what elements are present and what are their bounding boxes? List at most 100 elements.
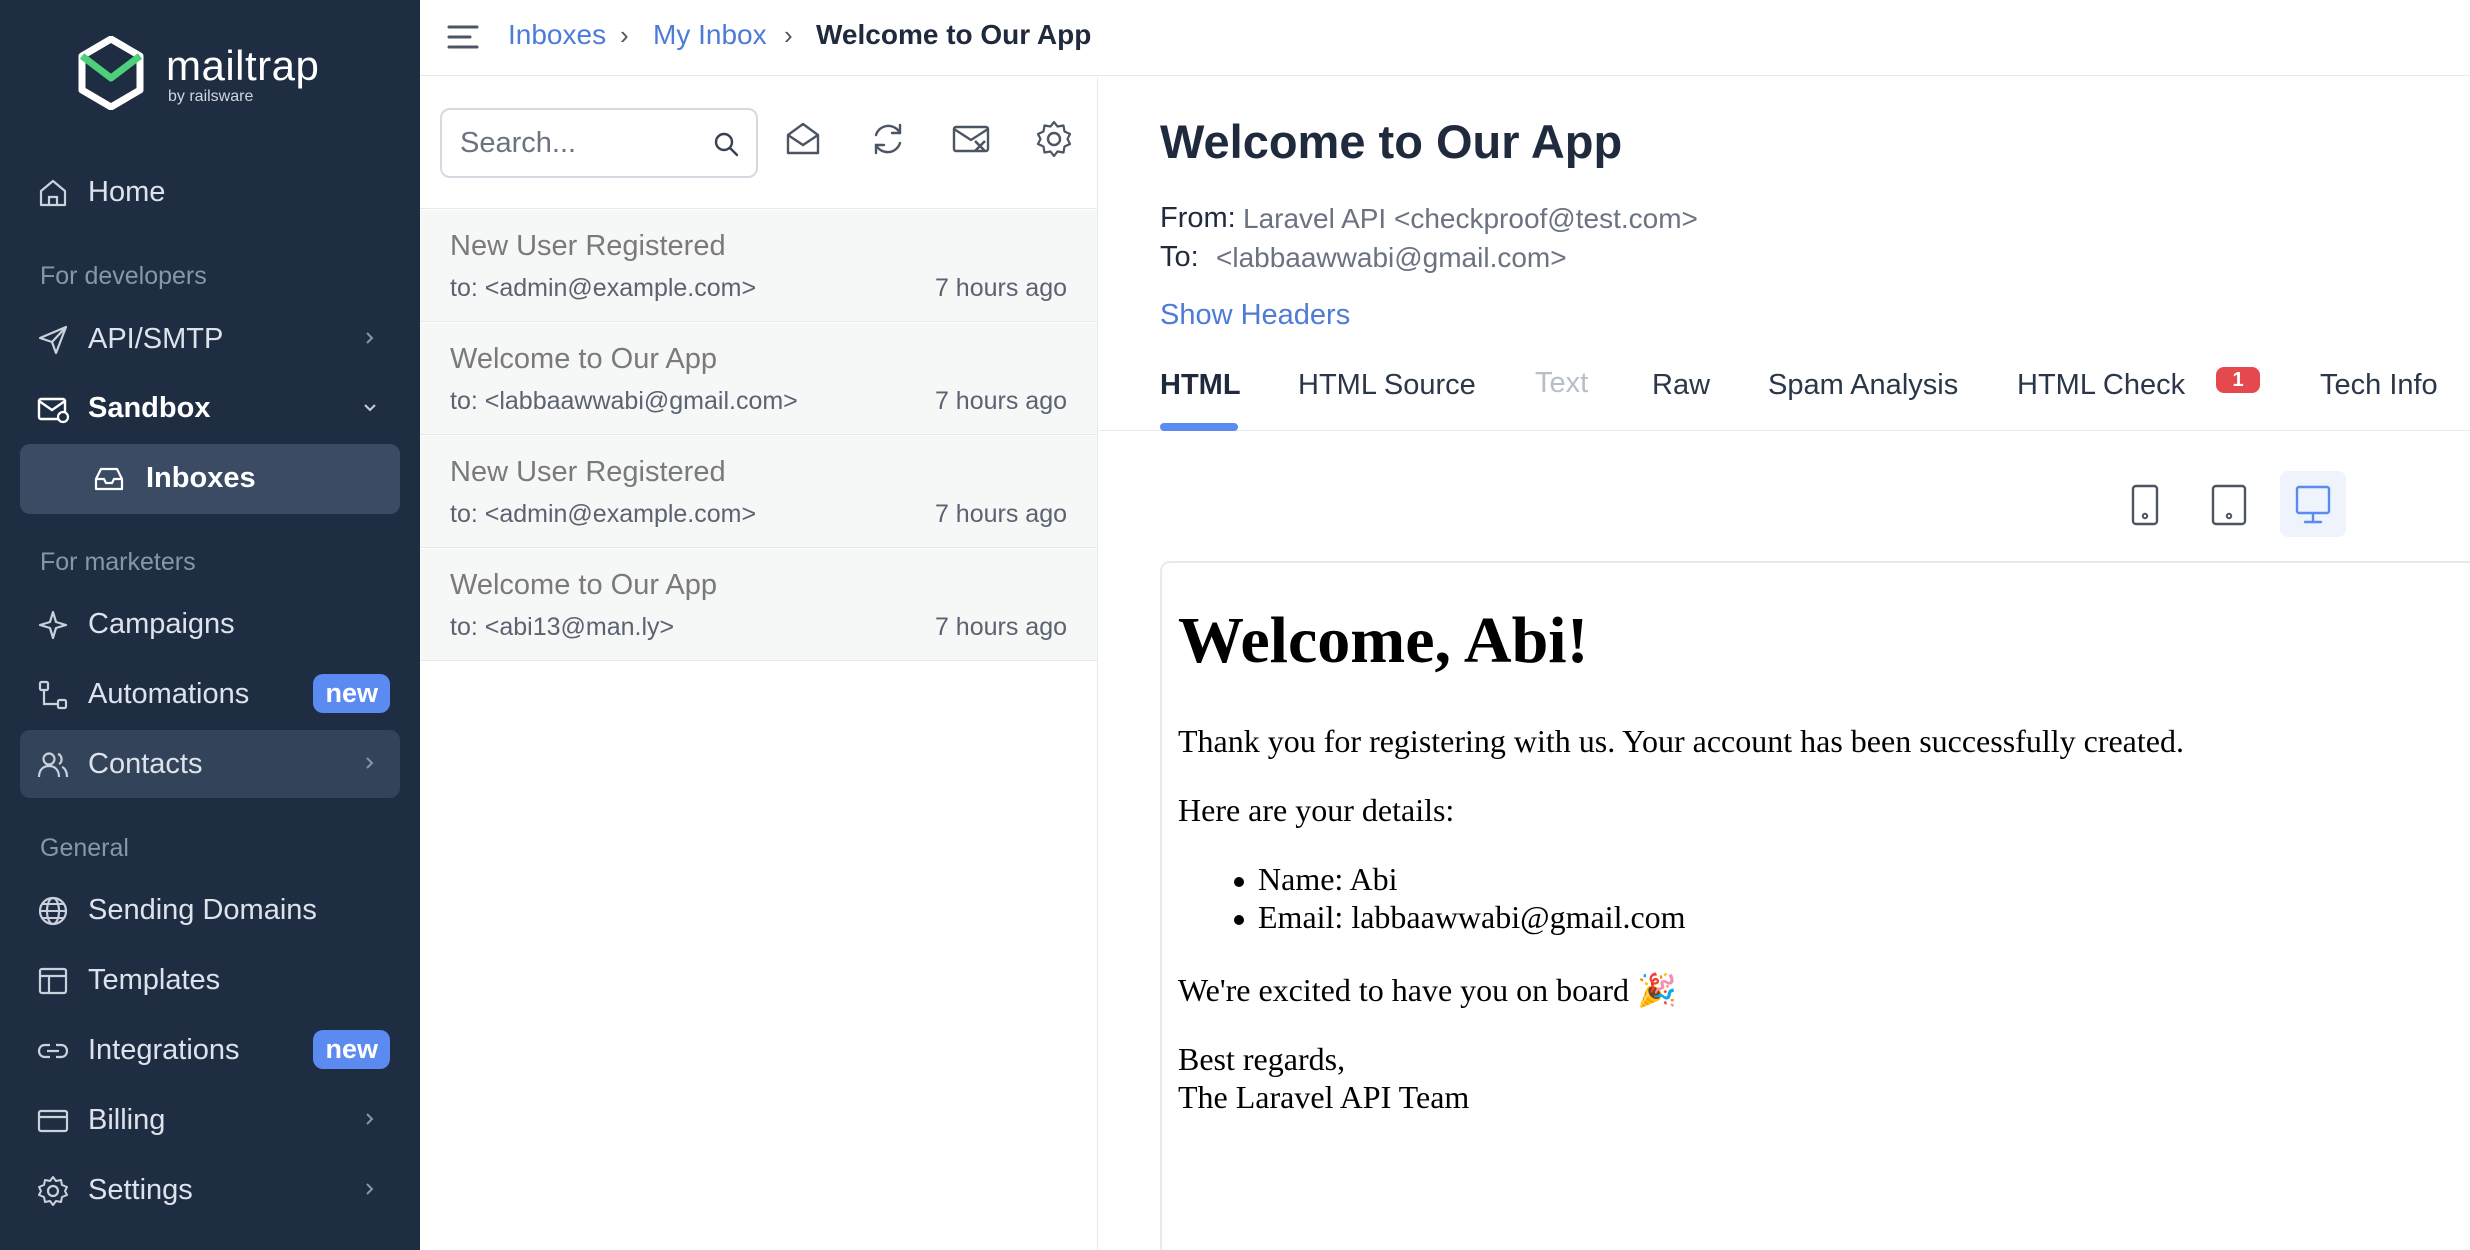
refresh-icon[interactable] xyxy=(868,119,908,159)
chevron-right-icon xyxy=(358,1174,382,1204)
message-time: 7 hours ago xyxy=(934,387,1067,415)
breadcrumb-current: Welcome to Our App xyxy=(816,19,1092,50)
tab-tech-info[interactable]: Tech Info xyxy=(2320,369,2438,402)
email-preview: Welcome, Abi! Thank you for registering … xyxy=(1160,561,2470,1250)
message-list-item[interactable]: Welcome to Our App to: <abi13@man.ly> 7 … xyxy=(420,549,1097,661)
message-time: 7 hours ago xyxy=(934,500,1067,528)
message-list-pane: New User Registered to: <admin@example.c… xyxy=(420,77,1098,1250)
breadcrumb-separator: › xyxy=(620,20,629,50)
section-heading-general: General xyxy=(40,834,129,862)
sidebar: mailtrap by railsware Home For developer… xyxy=(0,0,420,1250)
tab-html[interactable]: HTML xyxy=(1160,369,1241,402)
mobile-view-button[interactable] xyxy=(2112,471,2178,537)
message-subject: Welcome to Our App xyxy=(450,343,718,375)
search-input[interactable] xyxy=(460,124,700,162)
sidebar-item-label: API/SMTP xyxy=(88,323,224,355)
tablet-icon xyxy=(2211,484,2247,526)
message-recipient: to: <admin@example.com> xyxy=(450,500,757,528)
tablet-view-button[interactable] xyxy=(2196,471,2262,537)
message-time: 7 hours ago xyxy=(934,274,1067,302)
bullet xyxy=(1234,877,1244,887)
sidebar-item-label: Sending Domains xyxy=(88,894,317,926)
bullet xyxy=(1234,915,1244,925)
link-icon xyxy=(36,1034,70,1068)
mailtrap-logo[interactable]: mailtrap by railsware xyxy=(78,36,338,110)
sidebar-item-automations[interactable]: Automations new xyxy=(20,660,400,728)
email-intro: Thank you for registering with us. Your … xyxy=(1178,723,2184,759)
automation-icon xyxy=(36,678,70,712)
chevron-right-icon xyxy=(358,748,382,778)
show-headers-link[interactable]: Show Headers xyxy=(1160,299,1350,332)
breadcrumb-separator: › xyxy=(784,20,793,50)
desktop-icon xyxy=(2295,485,2331,524)
inbox-icon xyxy=(92,462,126,496)
email-signature: The Laravel API Team xyxy=(1178,1079,1470,1115)
sidebar-item-sandbox[interactable]: Sandbox xyxy=(20,374,400,442)
sidebar-item-inboxes[interactable]: Inboxes xyxy=(20,444,400,514)
sidebar-item-settings[interactable]: Settings xyxy=(20,1156,400,1224)
sidebar-item-label: Automations xyxy=(88,678,250,710)
to-label: To: xyxy=(1160,241,1199,273)
tab-text: Text xyxy=(1535,367,1589,399)
sidebar-item-api-smtp[interactable]: API/SMTP xyxy=(20,305,400,373)
logo-tagline: by railsware xyxy=(168,88,254,105)
message-tabs: HTML HTML Source Text Raw Spam Analysis … xyxy=(1099,347,2470,431)
message-time: 7 hours ago xyxy=(934,613,1067,641)
sidebar-item-label: Contacts xyxy=(88,748,203,780)
breadcrumb-my-inbox[interactable]: My Inbox xyxy=(653,19,767,51)
mobile-icon xyxy=(2131,484,2159,526)
from-label: From: xyxy=(1160,202,1236,234)
sandbox-icon xyxy=(36,392,70,426)
chevron-down-icon xyxy=(358,392,382,422)
list-toolbar xyxy=(420,77,1098,209)
chevron-right-icon xyxy=(358,1104,382,1134)
desktop-view-button[interactable] xyxy=(2280,471,2346,537)
clear-inbox-icon[interactable] xyxy=(951,119,991,159)
message-list-item[interactable]: New User Registered to: <admin@example.c… xyxy=(420,436,1097,548)
sidebar-item-home[interactable]: Home xyxy=(20,158,400,226)
message-list-item[interactable]: Welcome to Our App to: <labbaawwabi@gmai… xyxy=(420,323,1097,435)
breadcrumb-inboxes[interactable]: Inboxes xyxy=(508,19,606,51)
menu-icon[interactable] xyxy=(446,22,480,52)
sidebar-item-templates[interactable]: Templates xyxy=(20,946,400,1014)
sidebar-item-integrations[interactable]: Integrations new xyxy=(20,1016,400,1084)
email-detail-name: Name: Abi xyxy=(1258,861,1398,897)
active-tab-indicator xyxy=(1160,423,1238,431)
sidebar-item-sending-domains[interactable]: Sending Domains xyxy=(20,876,400,944)
message-recipient: to: <labbaawwabi@gmail.com> xyxy=(450,387,798,415)
sidebar-item-campaigns[interactable]: Campaigns xyxy=(20,590,400,658)
logo-wordmark: mailtrap xyxy=(166,42,320,89)
section-heading-developers: For developers xyxy=(40,262,207,290)
sidebar-item-label: Home xyxy=(88,176,166,208)
to-value: <labbaawwabi@gmail.com> xyxy=(1216,242,1567,273)
message-subject: New User Registered xyxy=(450,456,726,488)
tab-html-check[interactable]: HTML Check xyxy=(2017,369,2185,402)
search-box[interactable] xyxy=(440,108,758,178)
chevron-right-icon xyxy=(358,323,382,353)
mailtrap-logo-icon xyxy=(78,36,144,110)
message-subject: New User Registered xyxy=(450,230,726,262)
sidebar-item-label: Billing xyxy=(88,1104,166,1136)
sidebar-item-contacts[interactable]: Contacts xyxy=(20,730,400,798)
tab-html-source[interactable]: HTML Source xyxy=(1298,369,1476,402)
sidebar-item-label: Inboxes xyxy=(146,462,256,494)
tab-raw[interactable]: Raw xyxy=(1652,369,1710,402)
templates-icon xyxy=(36,964,70,998)
email-heading: Welcome, Abi! xyxy=(1178,604,1589,677)
message-recipient: to: <admin@example.com> xyxy=(450,274,757,302)
gear-icon[interactable] xyxy=(1034,119,1074,159)
sidebar-item-label: Campaigns xyxy=(88,608,235,640)
message-title: Welcome to Our App xyxy=(1160,115,1623,168)
globe-icon xyxy=(36,894,70,928)
mark-read-icon[interactable] xyxy=(783,119,823,159)
home-icon xyxy=(36,176,70,210)
sidebar-item-label: Sandbox xyxy=(88,392,211,424)
search-icon[interactable] xyxy=(712,130,740,158)
tab-spam-analysis[interactable]: Spam Analysis xyxy=(1768,369,1958,402)
sparkle-icon xyxy=(36,608,70,642)
email-signoff: Best regards, xyxy=(1178,1041,1346,1077)
sidebar-item-billing[interactable]: Billing xyxy=(20,1086,400,1154)
message-list-item[interactable]: New User Registered to: <admin@example.c… xyxy=(420,210,1097,322)
html-check-count-badge: 1 xyxy=(2216,367,2260,393)
new-badge: new xyxy=(313,674,390,713)
